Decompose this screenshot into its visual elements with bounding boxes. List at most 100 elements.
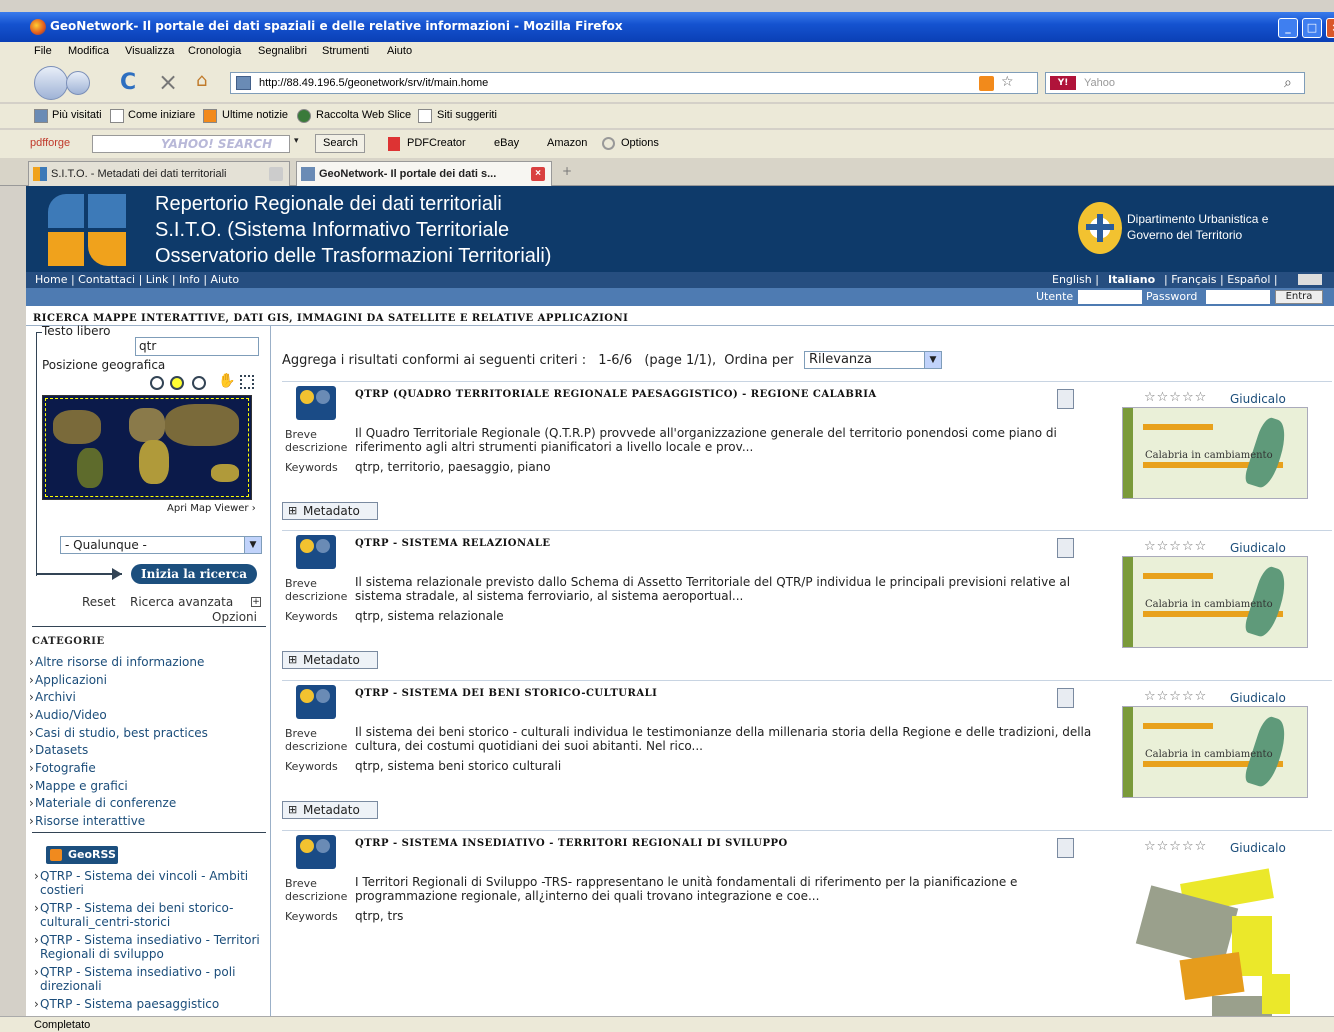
category-item[interactable]: Archivi <box>29 690 76 704</box>
close-button[interactable]: × <box>1326 18 1334 38</box>
menu-segnalibri[interactable]: Segnalibri <box>258 45 307 57</box>
pan-hand-icon[interactable]: ✋ <box>218 373 235 389</box>
zoom-in-icon[interactable] <box>170 376 184 390</box>
sort-select[interactable]: Rilevanza ▼ <box>804 351 942 369</box>
home-icon[interactable]: ⌂ <box>196 70 207 91</box>
lang-extra-icon[interactable] <box>1298 274 1322 285</box>
reset-link[interactable]: Reset <box>82 595 116 609</box>
result-title[interactable]: QTRP - SISTEMA DEI BENI STORICO-CULTURAL… <box>355 688 657 699</box>
world-map[interactable] <box>42 395 252 500</box>
result-title[interactable]: QTRP - SISTEMA RELAZIONALE <box>355 538 551 549</box>
select-box-icon[interactable] <box>240 375 254 389</box>
rss-item[interactable]: QTRP - Sistema insediativo - poli direzi… <box>34 965 270 993</box>
lang-others[interactable]: | Français | Español | <box>1164 273 1278 286</box>
rss-item[interactable]: QTRP - Sistema dei vincoli - Ambiti cost… <box>34 869 270 897</box>
stop-icon[interactable]: × <box>158 68 178 96</box>
lang-english[interactable]: English | <box>1052 273 1099 286</box>
category-item[interactable]: Datasets <box>29 743 88 757</box>
forward-button[interactable] <box>66 71 90 95</box>
category-item[interactable]: Mappe e grafici <box>29 779 128 793</box>
url-bar[interactable]: http://88.49.196.5/geonetwork/srv/it/mai… <box>230 72 1038 94</box>
bookmark-siti-suggeriti[interactable]: Siti suggeriti <box>437 109 497 121</box>
metadata-button[interactable]: Metadato <box>282 801 378 819</box>
toolbar-options[interactable]: Options <box>621 137 659 149</box>
bookmark-piu-visitati[interactable]: Più visitati <box>52 109 102 121</box>
georss-badge[interactable]: GeoRSS <box>46 846 118 864</box>
maximize-button[interactable]: □ <box>1302 18 1322 38</box>
pdfforge-brand[interactable]: pdfforge <box>30 137 70 149</box>
reload-icon[interactable]: C <box>120 70 136 95</box>
expand-icon[interactable]: + <box>251 597 261 607</box>
rss-item[interactable]: QTRP - Sistema insediativo - Territori R… <box>34 933 270 961</box>
rate-link[interactable]: Giudicalo <box>1230 841 1286 855</box>
minimize-button[interactable]: _ <box>1278 18 1298 38</box>
result-map-thumbnail[interactable] <box>1122 856 1308 1016</box>
metadata-button[interactable]: Metadato <box>282 502 378 520</box>
rating-stars-icon[interactable]: ☆☆☆☆☆ <box>1144 689 1207 704</box>
category-item[interactable]: Materiale di conferenze <box>29 796 176 810</box>
bookmark-web-slice[interactable]: Raccolta Web Slice <box>316 109 411 121</box>
rating-stars-icon[interactable]: ☆☆☆☆☆ <box>1144 390 1207 405</box>
bookmark-ultime-notizie[interactable]: Ultime notizie <box>222 109 288 121</box>
zoom-out-icon[interactable] <box>192 376 206 390</box>
region-select[interactable]: - Qualunque - ▼ <box>60 536 262 554</box>
bookmark-come-iniziare[interactable]: Come iniziare <box>128 109 195 121</box>
rating-stars-icon[interactable]: ☆☆☆☆☆ <box>1144 539 1207 554</box>
new-tab-button[interactable]: + <box>556 164 578 184</box>
rss-item[interactable]: QTRP - Sistema dei beni storico-cultural… <box>34 901 270 929</box>
options-link[interactable]: Opzioni <box>212 610 257 624</box>
advanced-search-link[interactable]: Ricerca avanzata <box>130 595 233 609</box>
result-title[interactable]: QTRP (QUADRO TERRITORIALE REGIONALE PAES… <box>355 389 877 400</box>
toolbar-amazon[interactable]: Amazon <box>547 137 587 149</box>
tab-close-icon[interactable]: × <box>531 167 545 181</box>
login-button[interactable]: Entra <box>1275 290 1323 304</box>
back-button[interactable] <box>34 66 68 100</box>
lang-italiano[interactable]: Italiano <box>1108 273 1155 286</box>
open-map-viewer-link[interactable]: Apri Map Viewer › <box>167 503 256 514</box>
chevron-down-icon[interactable]: ▾ <box>294 136 299 146</box>
result-thumbnail[interactable]: Calabria in cambiamento <box>1122 556 1308 648</box>
search-icon[interactable]: ⌕ <box>1284 75 1292 91</box>
rss-icon[interactable] <box>979 76 994 91</box>
document-icon[interactable] <box>1057 538 1074 558</box>
search-box[interactable]: Y! Yahoo ⌕ <box>1045 72 1305 94</box>
menu-modifica[interactable]: Modifica <box>68 45 109 57</box>
result-title[interactable]: QTRP - SISTEMA INSEDIATIVO - TERRITORI R… <box>355 838 788 849</box>
menu-strumenti[interactable]: Strumenti <box>322 45 369 57</box>
category-item[interactable]: Altre risorse di informazione <box>29 655 204 669</box>
metadata-button[interactable]: Metadato <box>282 651 378 669</box>
yahoo-search-field[interactable]: YAHOO! SEARCH <box>92 135 290 153</box>
user-input[interactable] <box>1078 290 1142 304</box>
rss-item[interactable]: QTRP - Sistema paesaggistico <box>34 997 270 1011</box>
document-icon[interactable] <box>1057 838 1074 858</box>
result-thumbnail[interactable]: Calabria in cambiamento <box>1122 407 1308 499</box>
menu-cronologia[interactable]: Cronologia <box>188 45 241 57</box>
category-item[interactable]: Risorse interattive <box>29 814 145 828</box>
nav-links[interactable]: Home | Contattaci | Link | Info | Aiuto <box>35 273 239 286</box>
rate-link[interactable]: Giudicalo <box>1230 541 1286 555</box>
tab-geonetwork[interactable]: GeoNetwork- Il portale dei dati s... × <box>296 161 552 186</box>
rate-link[interactable]: Giudicalo <box>1230 392 1286 406</box>
menu-visualizza[interactable]: Visualizza <box>125 45 174 57</box>
document-icon[interactable] <box>1057 389 1074 409</box>
start-search-button[interactable]: Inizia la ricerca <box>131 564 257 584</box>
document-icon[interactable] <box>1057 688 1074 708</box>
menu-file[interactable]: File <box>34 45 52 57</box>
category-item[interactable]: Casi di studio, best practices <box>29 726 208 740</box>
rate-link[interactable]: Giudicalo <box>1230 691 1286 705</box>
menu-aiuto[interactable]: Aiuto <box>387 45 412 57</box>
toolbar-pdfcreator[interactable]: PDFCreator <box>407 137 466 149</box>
toolbar-ebay[interactable]: eBay <box>494 137 519 149</box>
rating-stars-icon[interactable]: ☆☆☆☆☆ <box>1144 839 1207 854</box>
category-item[interactable]: Audio/Video <box>29 708 107 722</box>
zoom-full-icon[interactable] <box>150 376 164 390</box>
tab-close-icon[interactable] <box>269 167 283 181</box>
free-text-input[interactable]: qtr <box>135 337 259 356</box>
result-thumbnail[interactable]: Calabria in cambiamento <box>1122 706 1308 798</box>
yahoo-engine-icon[interactable]: Y! <box>1050 76 1076 90</box>
bookmark-star-icon[interactable]: ☆ <box>1001 74 1014 90</box>
category-item[interactable]: Applicazioni <box>29 673 107 687</box>
category-item[interactable]: Fotografie <box>29 761 96 775</box>
password-input[interactable] <box>1206 290 1270 304</box>
tab-sito[interactable]: S.I.T.O. - Metadati dei dati territorial… <box>28 161 290 186</box>
